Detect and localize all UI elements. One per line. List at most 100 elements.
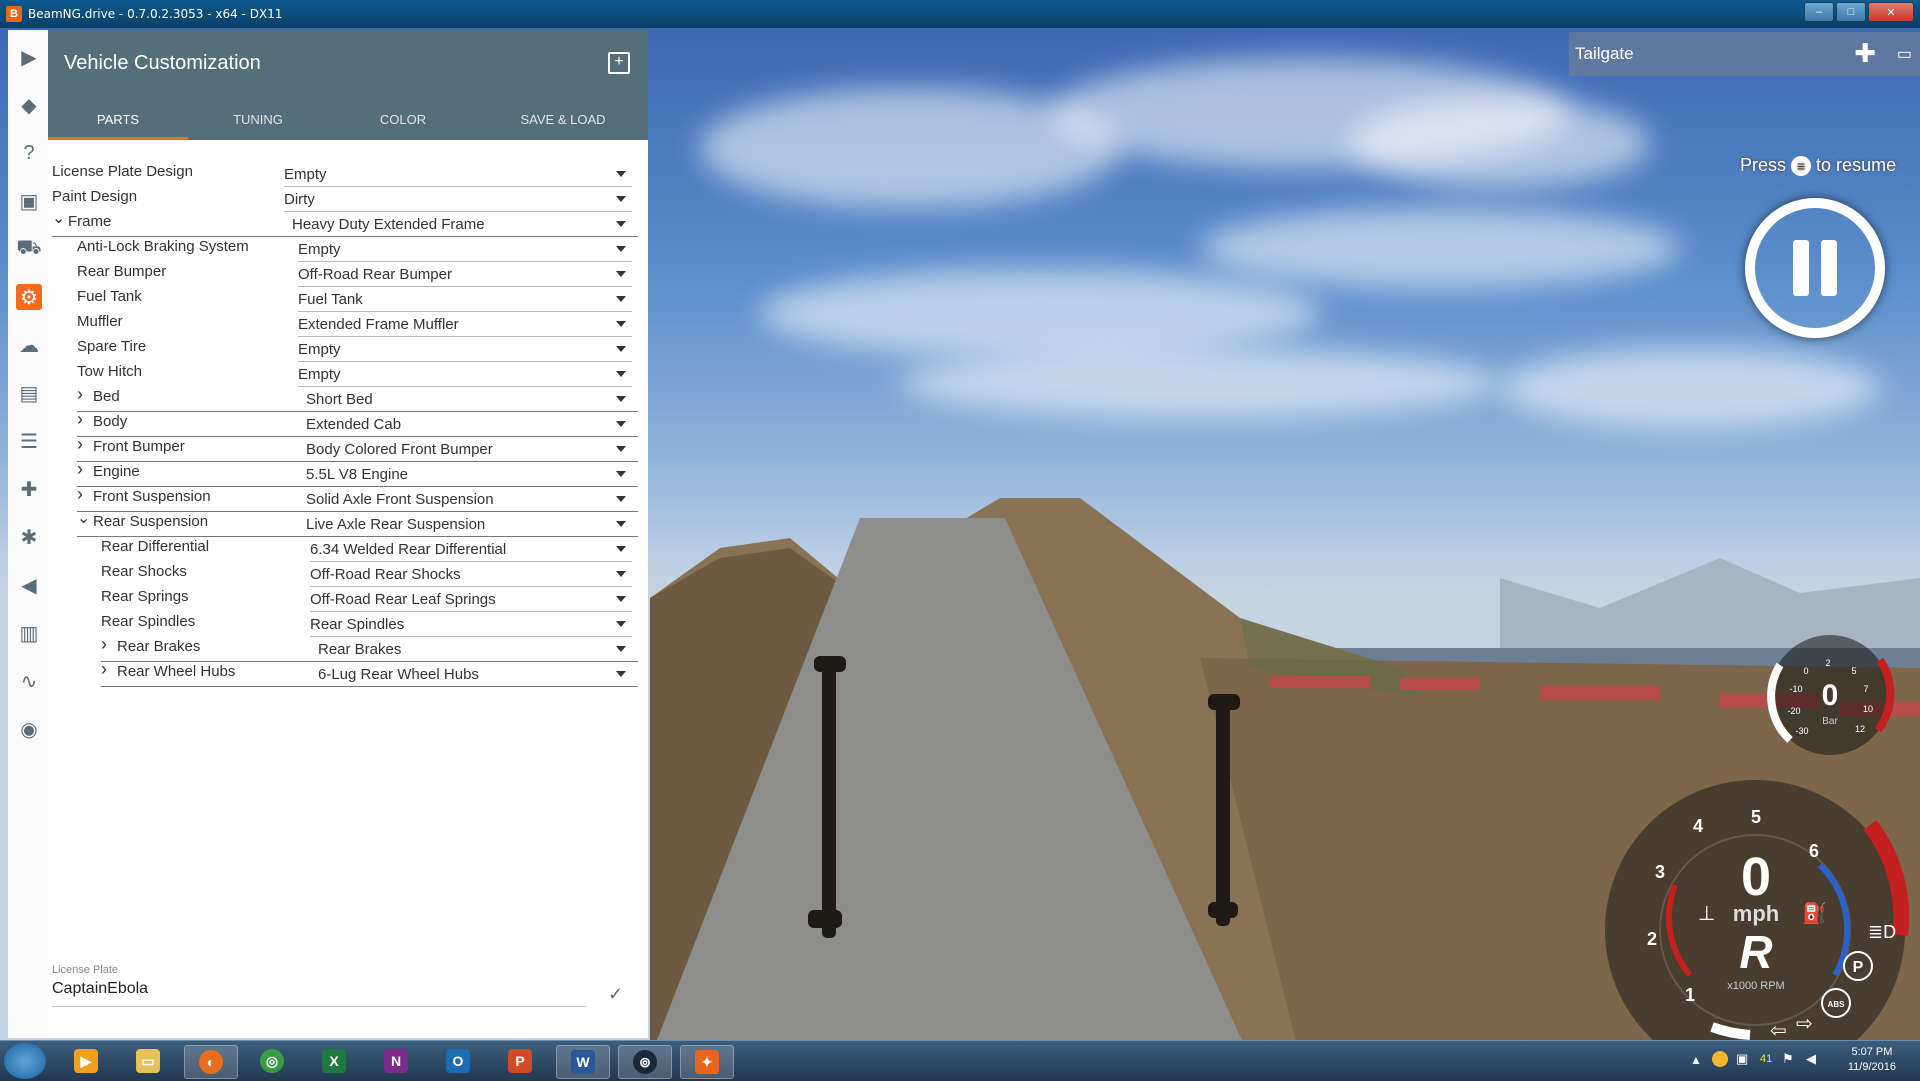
chevron-right-icon[interactable]: › <box>77 384 83 405</box>
taskbar-media-player[interactable]: ▶ <box>60 1045 112 1077</box>
pause-icon[interactable] <box>1745 198 1885 338</box>
tray-flag-icon[interactable]: ⚑ <box>1782 1051 1794 1067</box>
part-label[interactable]: Engine <box>93 463 140 480</box>
tab-color[interactable]: COLOR <box>328 108 478 140</box>
firefox-icon: ◐ <box>199 1050 223 1074</box>
car-icon[interactable]: ⛟ <box>16 236 42 262</box>
word-icon: W <box>571 1050 595 1074</box>
gear-icon[interactable]: ⚙ <box>16 284 42 310</box>
play-icon[interactable]: ▶ <box>16 44 42 70</box>
part-label: Paint Design <box>52 188 138 205</box>
chevron-down-icon[interactable]: ⌄ <box>77 508 90 528</box>
chevron-down-icon[interactable]: ⌄ <box>52 208 65 228</box>
dropdown-arrow-icon <box>616 246 626 252</box>
dropdown-arrow-icon <box>616 671 626 677</box>
headlight-icon: ≣D <box>1868 922 1896 942</box>
part-label[interactable]: Rear Wheel Hubs <box>117 663 235 680</box>
rpm-tick: 3 <box>1655 862 1665 882</box>
boost-tick: -30 <box>1795 726 1808 736</box>
camera-icon[interactable]: ◉ <box>16 716 42 742</box>
start-button[interactable] <box>4 1043 46 1079</box>
ui-apps-icon[interactable]: ▤ <box>16 380 42 406</box>
taskbar-word[interactable]: W <box>556 1045 610 1079</box>
taskbar-onenote[interactable]: N <box>370 1045 422 1077</box>
boost-tick: -10 <box>1789 684 1802 694</box>
boost-tick: 10 <box>1863 704 1873 714</box>
part-label: Rear Spindles <box>101 613 196 630</box>
tray-app-icon[interactable] <box>1712 1051 1728 1067</box>
tab-save-load[interactable]: SAVE & LOAD <box>478 108 648 140</box>
add-app-icon[interactable]: ✚ <box>1854 38 1876 69</box>
minimize-button[interactable]: – <box>1804 2 1834 22</box>
part-label: License Plate Design <box>52 163 193 180</box>
part-value: Heavy Duty Extended Frame <box>292 216 485 233</box>
chevron-right-icon[interactable]: › <box>101 659 107 680</box>
taskbar-steam[interactable]: ⊚ <box>618 1045 672 1079</box>
new-window-icon[interactable]: + <box>608 52 630 74</box>
stats-icon[interactable]: ▥ <box>16 620 42 646</box>
options-icon[interactable]: ☰ <box>16 428 42 454</box>
help-icon[interactable]: ? <box>16 140 42 166</box>
clock-date: 11/9/2016 <box>1847 1061 1896 1073</box>
cloud-icon[interactable]: ☁ <box>16 332 42 358</box>
tray-expand-icon[interactable]: ▲ <box>1690 1053 1702 1067</box>
chevron-right-icon[interactable]: › <box>77 434 83 455</box>
part-label: Rear Springs <box>101 588 189 605</box>
part-label[interactable]: Bed <box>93 388 120 405</box>
layers-icon[interactable]: ◆ <box>16 92 42 118</box>
part-value: Extended Frame Muffler <box>298 316 459 333</box>
part-value: Solid Axle Front Suspension <box>306 491 494 508</box>
system-clock[interactable]: 5:07 PM 11/9/2016 <box>1848 1045 1896 1075</box>
replay-icon[interactable]: ▣ <box>16 188 42 214</box>
part-label[interactable]: Frame <box>68 213 111 230</box>
part-label[interactable]: Front Suspension <box>93 488 211 505</box>
taskbar-excel[interactable]: X <box>308 1045 360 1077</box>
chevron-right-icon[interactable]: › <box>77 409 83 430</box>
dropdown-arrow-icon <box>616 521 626 527</box>
part-label[interactable]: Body <box>93 413 127 430</box>
part-label: Anti-Lock Braking System <box>77 238 249 255</box>
chevron-right-icon[interactable]: › <box>101 634 107 655</box>
tab-parts[interactable]: PARTS <box>48 108 188 140</box>
close-button[interactable]: ✕ <box>1868 2 1914 22</box>
taskbar-firefox[interactable]: ◐ <box>184 1045 238 1079</box>
part-row: Anti-Lock Braking System Empty <box>48 233 648 262</box>
resume-hint: Press ≡ to resume <box>1740 155 1896 176</box>
tray-network-icon[interactable]: ▣ <box>1736 1051 1748 1067</box>
check-icon[interactable]: ✓ <box>608 984 623 1005</box>
tray-volume-icon[interactable]: ◀ <box>1806 1051 1816 1067</box>
part-row: Rear Differential 6.34 Welded Rear Differ… <box>48 533 648 562</box>
part-label: Rear Shocks <box>101 563 187 580</box>
boost-gauge: 0 Bar -30 -20 -10 0 2 5 7 10 12 <box>1767 635 1895 755</box>
toggle-app-icon[interactable]: ▭ <box>1897 44 1912 64</box>
taskbar-powerpoint[interactable]: P <box>494 1045 546 1077</box>
part-label[interactable]: Front Bumper <box>93 438 185 455</box>
taskbar-chrome[interactable]: ◎ <box>246 1045 298 1077</box>
part-value: Live Axle Rear Suspension <box>306 516 486 533</box>
chevron-right-icon[interactable]: › <box>77 459 83 480</box>
part-value: Extended Cab <box>306 416 402 433</box>
route-icon[interactable]: ∿ <box>16 668 42 694</box>
gamepad-icon[interactable]: ✚ <box>16 476 42 502</box>
gear-indicator: R <box>1739 926 1772 978</box>
taskbar-beamng[interactable]: ✦ <box>680 1045 734 1079</box>
part-label: Fuel Tank <box>77 288 142 305</box>
part-row: Paint Design Dirty <box>48 183 648 212</box>
debug-icon[interactable]: ✱ <box>16 524 42 550</box>
taskbar-outlook[interactable]: O <box>432 1045 484 1077</box>
part-label[interactable]: Rear Suspension <box>93 513 208 530</box>
tray-badge[interactable]: 41 <box>1760 1053 1772 1065</box>
part-label: Muffler <box>77 313 123 330</box>
chevron-right-icon[interactable]: › <box>77 484 83 505</box>
part-value: Empty <box>298 241 341 258</box>
maximize-button[interactable]: □ <box>1836 2 1866 22</box>
part-label: Spare Tire <box>77 338 147 355</box>
part-label[interactable]: Rear Brakes <box>117 638 200 655</box>
panel-title: Vehicle Customization <box>64 52 261 74</box>
license-plate-input[interactable]: CaptainEbola <box>52 980 586 1007</box>
part-dropdown[interactable]: 6-Lug Rear Wheel Hubs <box>318 666 632 686</box>
taskbar-explorer[interactable]: ▭ <box>122 1045 174 1077</box>
dropdown-arrow-icon <box>616 271 626 277</box>
tab-tuning[interactable]: TUNING <box>188 108 328 140</box>
audio-icon[interactable]: ◀ <box>16 572 42 598</box>
